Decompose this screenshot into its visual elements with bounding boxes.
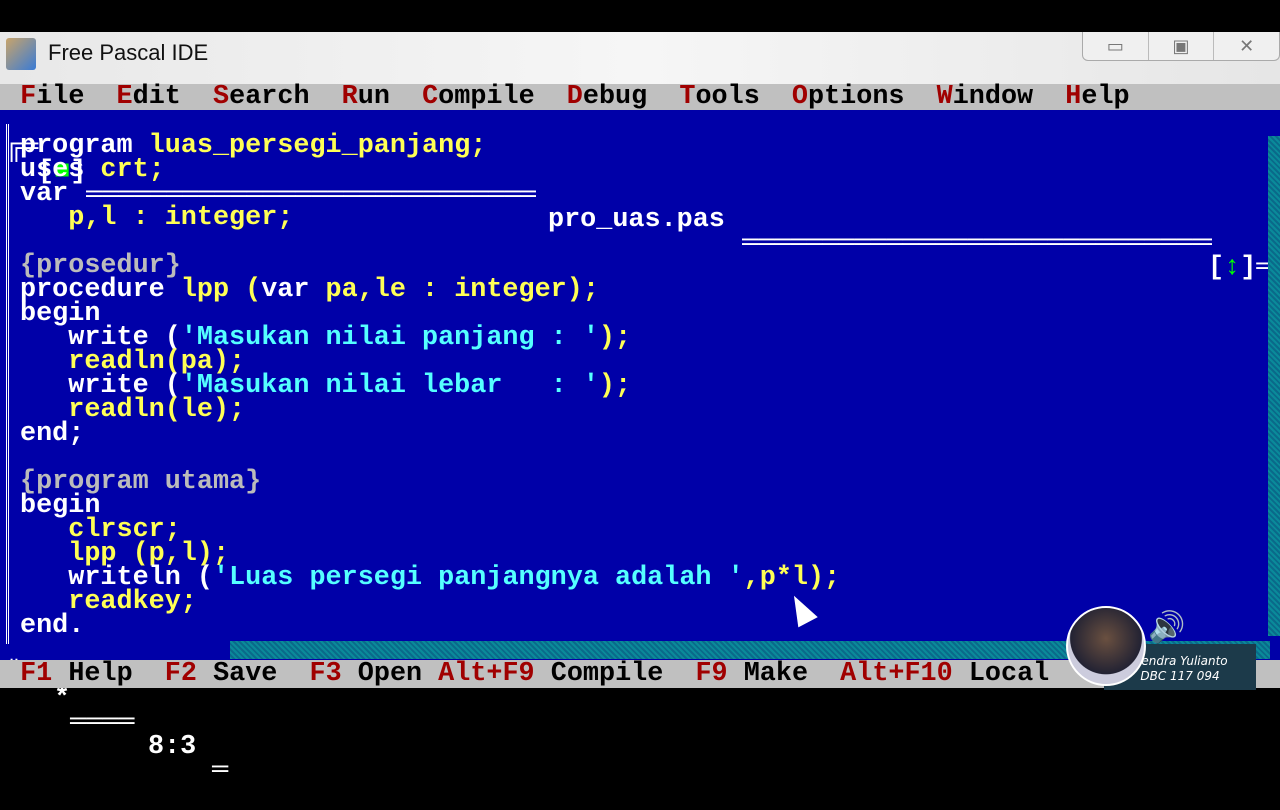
code-token: 'Luas persegi panjangnya adalah ' <box>212 563 744 593</box>
maximize-button[interactable]: ▣ <box>1149 32 1215 60</box>
shortcut-key: F3 <box>309 659 342 689</box>
code-line: end. <box>20 611 840 641</box>
menu-hotkey: H <box>1065 82 1082 112</box>
modified-indicator: * <box>54 684 71 714</box>
shortcut-label: Compile <box>550 659 664 689</box>
menu-label: ebug <box>582 82 648 112</box>
shortcut-key: Alt+F9 <box>438 659 535 689</box>
menu-label: elp <box>1081 82 1130 112</box>
menu-debug[interactable]: Debug <box>566 82 648 112</box>
window-title: Free Pascal IDE <box>48 40 209 65</box>
status-compile-button[interactable]: Alt+F9 Compile <box>438 659 664 689</box>
fpc-logo-icon <box>6 38 36 70</box>
speaker-icon: 🔊 <box>1148 610 1186 645</box>
menu-label: indow <box>952 82 1034 112</box>
menu-hotkey: F <box>20 82 37 112</box>
menu-compile[interactable]: Compile <box>422 82 535 112</box>
status-make-button[interactable]: F9 Make <box>695 659 809 689</box>
menu-hotkey: D <box>566 82 583 112</box>
menu-label: earch <box>229 82 310 112</box>
cursor-position: 8:3 <box>148 732 197 762</box>
avatar <box>1066 606 1146 686</box>
shortcut-label: Open <box>357 659 423 689</box>
code-line: p,l : integer; <box>20 203 840 233</box>
window-titlebar: Free Pascal IDE ▭ ▣ ✕ <box>0 32 1280 84</box>
shortcut-key: F2 <box>164 659 197 689</box>
minimize-button[interactable]: ▭ <box>1083 32 1149 60</box>
shortcut-label: Make <box>743 659 809 689</box>
vertical-scrollbar[interactable] <box>1268 136 1280 636</box>
shortcut-key: Alt+F10 <box>840 659 953 689</box>
code-line: uses crt; <box>20 155 840 185</box>
shortcut-key: F1 <box>20 659 53 689</box>
shortcut-label: Save <box>213 659 278 689</box>
code-token: ); <box>598 371 632 401</box>
code-token: crt; <box>100 155 165 185</box>
code-line: readkey; <box>20 589 840 616</box>
editor-window: ╔═ [■] ══════════════════════════════ pr… <box>0 110 1280 784</box>
code-area[interactable]: program luas_persegi_panjang; uses crt; va… <box>20 131 841 641</box>
menu-label: ools <box>695 82 760 112</box>
menu-search[interactable]: Search <box>213 82 310 112</box>
menu-label: un <box>357 82 390 112</box>
code-token: ); <box>598 323 632 353</box>
code-line: procedure lpp (var pa,le : integer); <box>20 275 840 305</box>
menu-hotkey: S <box>213 82 230 112</box>
menu-hotkey: C <box>422 82 439 112</box>
menu-window[interactable]: Window <box>936 82 1034 112</box>
code-line: end; <box>20 419 840 449</box>
close-button[interactable]: ✕ <box>1214 32 1279 60</box>
code-line: readln(le); <box>20 397 840 424</box>
shortcut-label: Local <box>968 659 1050 689</box>
status-save-button[interactable]: F2 Save <box>164 659 278 689</box>
status-local-button[interactable]: Alt+F10 Local <box>840 659 1050 689</box>
menu-file[interactable]: File <box>20 82 85 112</box>
menu-hotkey: R <box>341 82 358 112</box>
status-help-button[interactable]: F1 Help <box>20 659 133 689</box>
menu-hotkey: E <box>116 82 133 112</box>
menu-label: dit <box>132 82 181 112</box>
editor-left-border <box>6 124 17 644</box>
menu-label: ile <box>36 82 85 112</box>
code-token: luas_persegi_panjang; <box>148 131 487 161</box>
code-line: {program utama} <box>20 469 840 496</box>
menu-hotkey: O <box>791 82 808 112</box>
code-token: pa,le : integer); <box>325 275 599 305</box>
code-token: end. <box>20 611 85 641</box>
menu-bar: File Edit Search Run Compile Debug Tools Option… <box>0 84 1280 110</box>
code-token: lpp ( <box>180 275 262 305</box>
menu-hotkey: W <box>936 82 953 112</box>
window-controls: ▭ ▣ ✕ <box>1082 32 1280 61</box>
shortcut-key: F9 <box>695 659 728 689</box>
menu-run[interactable]: Run <box>341 82 390 112</box>
menu-edit[interactable]: Edit <box>116 82 181 112</box>
shortcut-label: Help <box>68 659 133 689</box>
menu-options[interactable]: Options <box>791 82 905 112</box>
status-open-button[interactable]: F3 Open <box>309 659 423 689</box>
code-token: ,p*l); <box>743 563 841 593</box>
menu-tools[interactable]: Tools <box>679 82 760 112</box>
code-token: var <box>261 275 326 305</box>
menu-help[interactable]: Help <box>1065 82 1130 112</box>
code-token: p,l : integer; <box>20 203 294 233</box>
zoom-box[interactable]: [↕]═ <box>1208 255 1272 282</box>
menu-label: ptions <box>808 82 905 112</box>
code-token: end; <box>20 419 85 449</box>
menu-hotkey: T <box>679 82 696 112</box>
menu-label: ompile <box>438 82 535 112</box>
